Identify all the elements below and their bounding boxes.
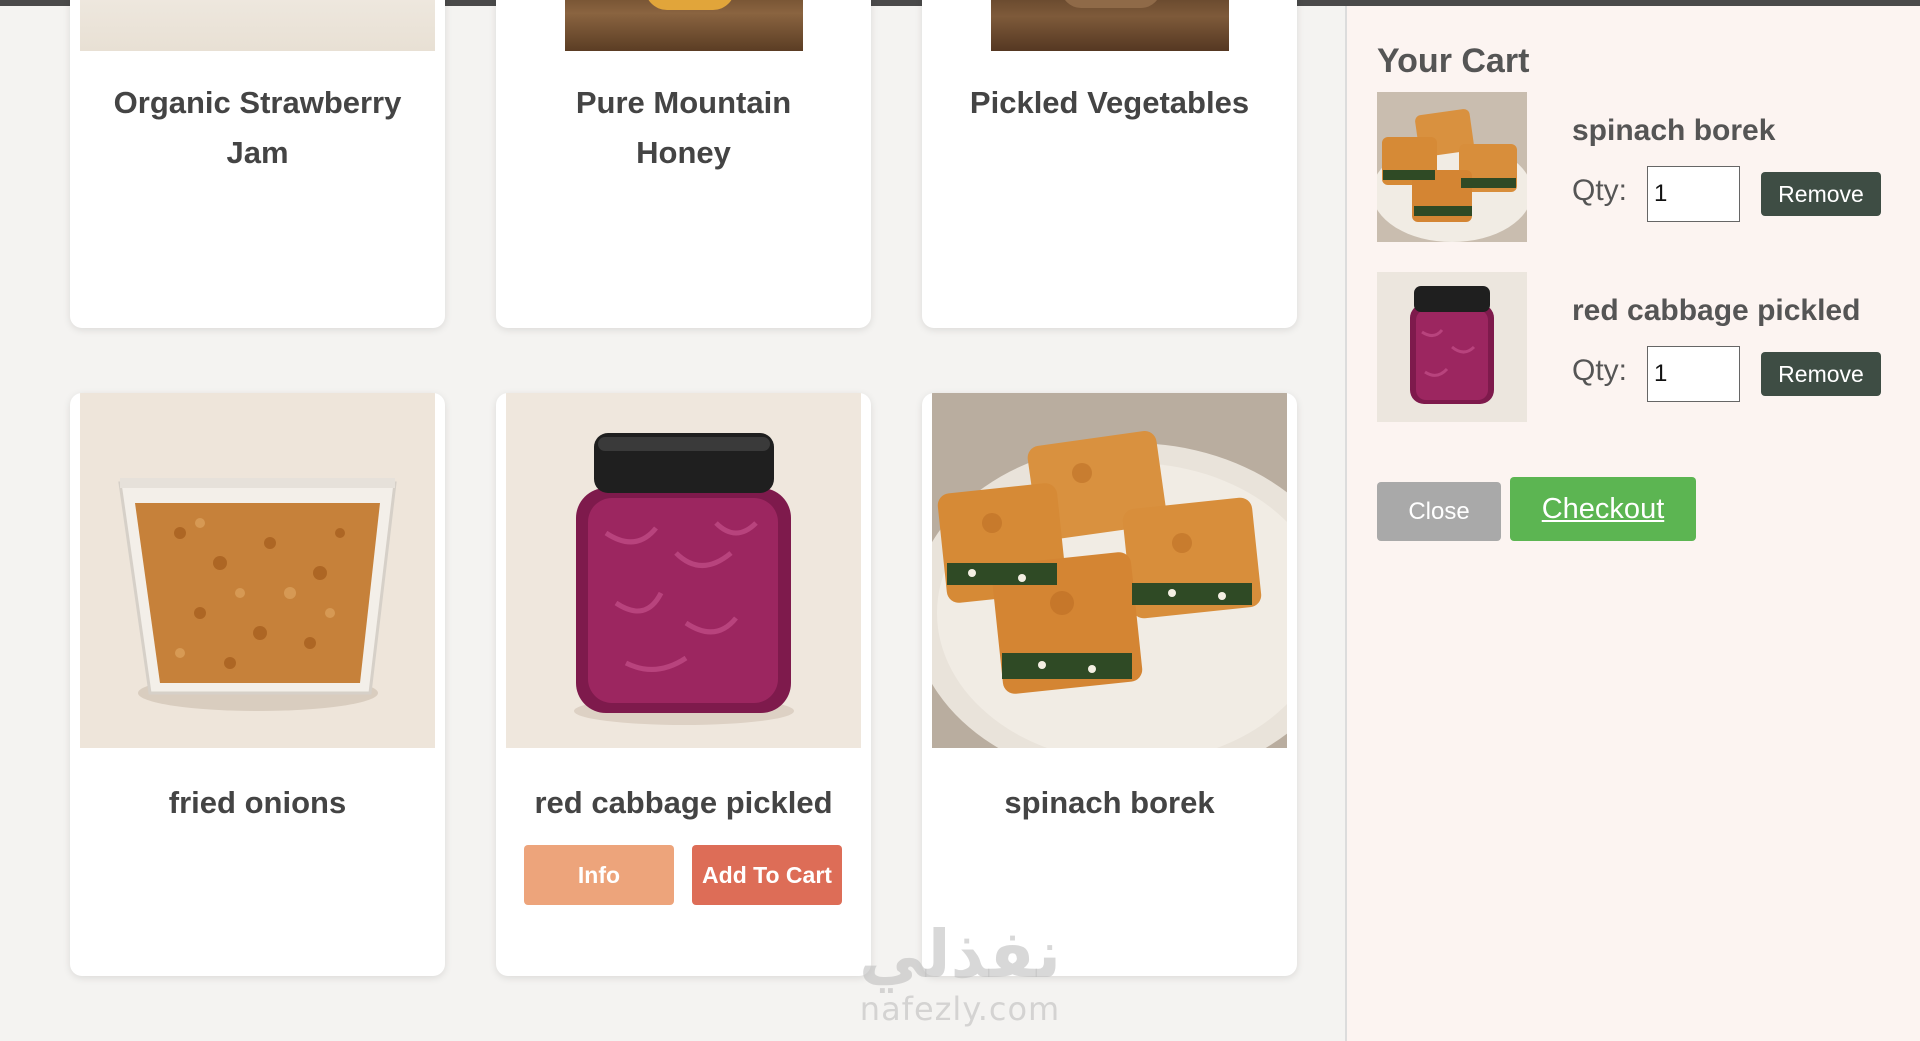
qty-input[interactable] — [1647, 346, 1740, 402]
qty-label: Qty: — [1572, 174, 1628, 207]
spinach-borek-thumbnail — [1377, 92, 1527, 242]
qty-input[interactable] — [1647, 166, 1740, 222]
product-image — [80, 0, 435, 51]
cart-item-name: red cabbage pickled — [1572, 294, 1861, 327]
product-name: spinach borek — [1004, 785, 1215, 820]
cart-title: Your Cart — [1377, 42, 1530, 80]
watermark: نفذلي nafezly.com — [850, 916, 1070, 1029]
product-card: fried onions — [70, 393, 445, 976]
watermark-arabic: نفذلي — [859, 916, 1061, 993]
pickled-vegetables-image — [990, 0, 1229, 51]
product-card: red cabbage pickled Info Add To Cart — [496, 393, 871, 976]
product-image — [506, 0, 861, 51]
product-name: red cabbage pickled — [534, 785, 833, 820]
product-card: Pure Mountain Honey — [496, 0, 871, 328]
remove-button[interactable]: Remove — [1761, 352, 1881, 396]
product-name: Organic Strawberry Jam — [113, 85, 402, 170]
cart-item: red cabbage pickled Qty: Remove — [1377, 272, 1917, 422]
checkout-button[interactable]: Checkout — [1510, 477, 1696, 541]
info-button[interactable]: Info — [524, 845, 674, 905]
product-image — [932, 393, 1287, 748]
product-name: fried onions — [168, 785, 347, 820]
product-image — [506, 393, 861, 748]
product-card: Pickled Vegetables — [922, 0, 1297, 328]
product-image — [932, 0, 1287, 51]
product-name: Pickled Vegetables — [969, 85, 1250, 120]
cart-item-name: spinach borek — [1572, 114, 1776, 147]
product-card: spinach borek — [922, 393, 1297, 976]
cart-item: spinach borek Qty: Remove — [1377, 92, 1917, 242]
cart-item-image — [1377, 272, 1527, 422]
red-cabbage-thumbnail — [1377, 272, 1527, 422]
honey-jar-image — [564, 0, 803, 51]
product-image — [80, 393, 435, 748]
product-grid: Organic Strawberry Jam Pure Mountain Hon… — [0, 0, 1345, 1041]
close-cart-button[interactable]: Close — [1377, 482, 1501, 541]
watermark-latin: nafezly.com — [859, 990, 1061, 1028]
remove-button[interactable]: Remove — [1761, 172, 1881, 216]
fried-onions-image — [80, 393, 435, 748]
qty-label: Qty: — [1572, 354, 1628, 387]
spinach-borek-image — [932, 393, 1287, 748]
product-card: Organic Strawberry Jam — [70, 0, 445, 328]
strawberry-jam-image — [80, 0, 435, 51]
red-cabbage-jar-image — [506, 393, 861, 748]
cart-panel: Your Cart spinach borek Qty: Remove — [1345, 6, 1920, 1041]
cart-item-image — [1377, 92, 1527, 242]
add-to-cart-button[interactable]: Add To Cart — [692, 845, 842, 905]
product-name: Pure Mountain Honey — [575, 85, 792, 170]
